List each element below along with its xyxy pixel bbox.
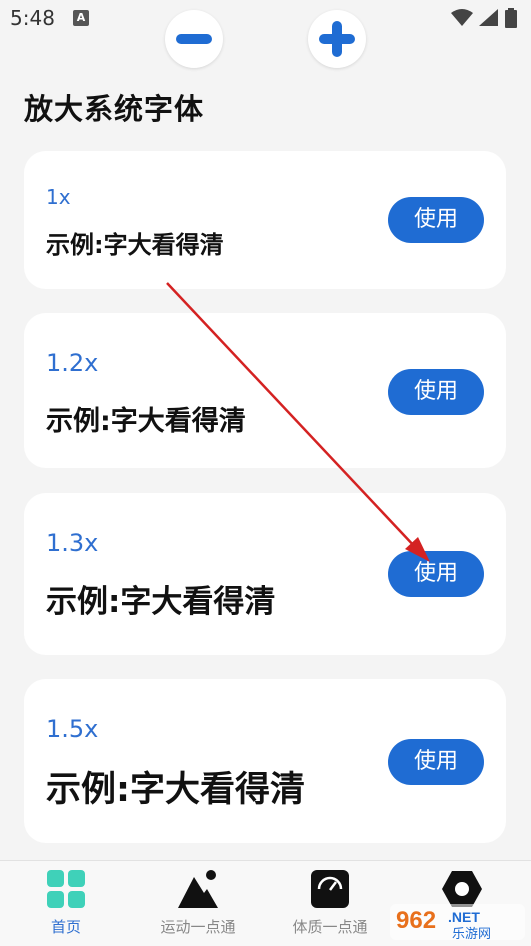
decrease-font-button[interactable] — [165, 10, 223, 68]
watermark-logo: 962 .NET 乐游网 — [390, 904, 525, 942]
tab-physique[interactable]: 体质一点通 — [264, 861, 396, 946]
tab-label: 首页 — [50, 918, 81, 936]
tab-exercise[interactable]: 运动一点通 — [132, 861, 264, 946]
scale-gauge-icon — [311, 870, 349, 908]
example-text: 示例:字大看得清 — [46, 231, 224, 259]
increase-font-button[interactable] — [308, 10, 366, 68]
minus-icon — [176, 34, 212, 44]
use-button-1-3x[interactable]: 使用 — [388, 551, 484, 597]
plus-icon — [319, 21, 355, 57]
page-title: 放大系统字体 — [24, 92, 205, 126]
bottom-tab-bar: 首页 运动一点通 体质一点通 962 .NET 乐游网 — [0, 860, 531, 946]
font-option-card-1-2x: 1.2x 示例:字大看得清 使用 — [24, 313, 506, 468]
battery-icon — [505, 8, 517, 28]
font-option-card-1x: 1x 示例:字大看得清 使用 — [24, 151, 506, 289]
watermark-suffix: .NET — [448, 909, 480, 925]
scale-label: 1.5x — [46, 715, 99, 743]
scale-label: 1.3x — [46, 529, 99, 557]
signal-icon — [479, 9, 498, 26]
example-text: 示例:字大看得清 — [46, 770, 305, 810]
status-bar: 5:48 A — [0, 0, 531, 36]
status-icons — [451, 8, 517, 28]
grid-icon — [47, 870, 85, 908]
use-button-1-5x[interactable]: 使用 — [388, 739, 484, 785]
use-button-1x[interactable]: 使用 — [388, 197, 484, 243]
font-option-card-1-5x: 1.5x 示例:字大看得清 使用 — [24, 679, 506, 843]
status-time: 5:48 — [10, 6, 55, 30]
example-text: 示例:字大看得清 — [46, 584, 276, 620]
watermark-name: 乐游网 — [452, 927, 491, 942]
scale-label: 1.2x — [46, 349, 99, 377]
font-option-card-1-3x: 1.3x 示例:字大看得清 使用 — [24, 493, 506, 655]
tab-label: 运动一点通 — [160, 918, 236, 936]
scale-label: 1x — [46, 185, 71, 209]
tab-home[interactable]: 首页 — [0, 861, 132, 946]
tab-label: 体质一点通 — [292, 918, 368, 936]
use-button-1-2x[interactable]: 使用 — [388, 369, 484, 415]
notification-icon: A — [73, 10, 89, 26]
wifi-icon — [451, 9, 473, 26]
watermark-number: 962 — [396, 907, 436, 934]
example-text: 示例:字大看得清 — [46, 406, 246, 437]
mountain-icon — [178, 870, 218, 908]
